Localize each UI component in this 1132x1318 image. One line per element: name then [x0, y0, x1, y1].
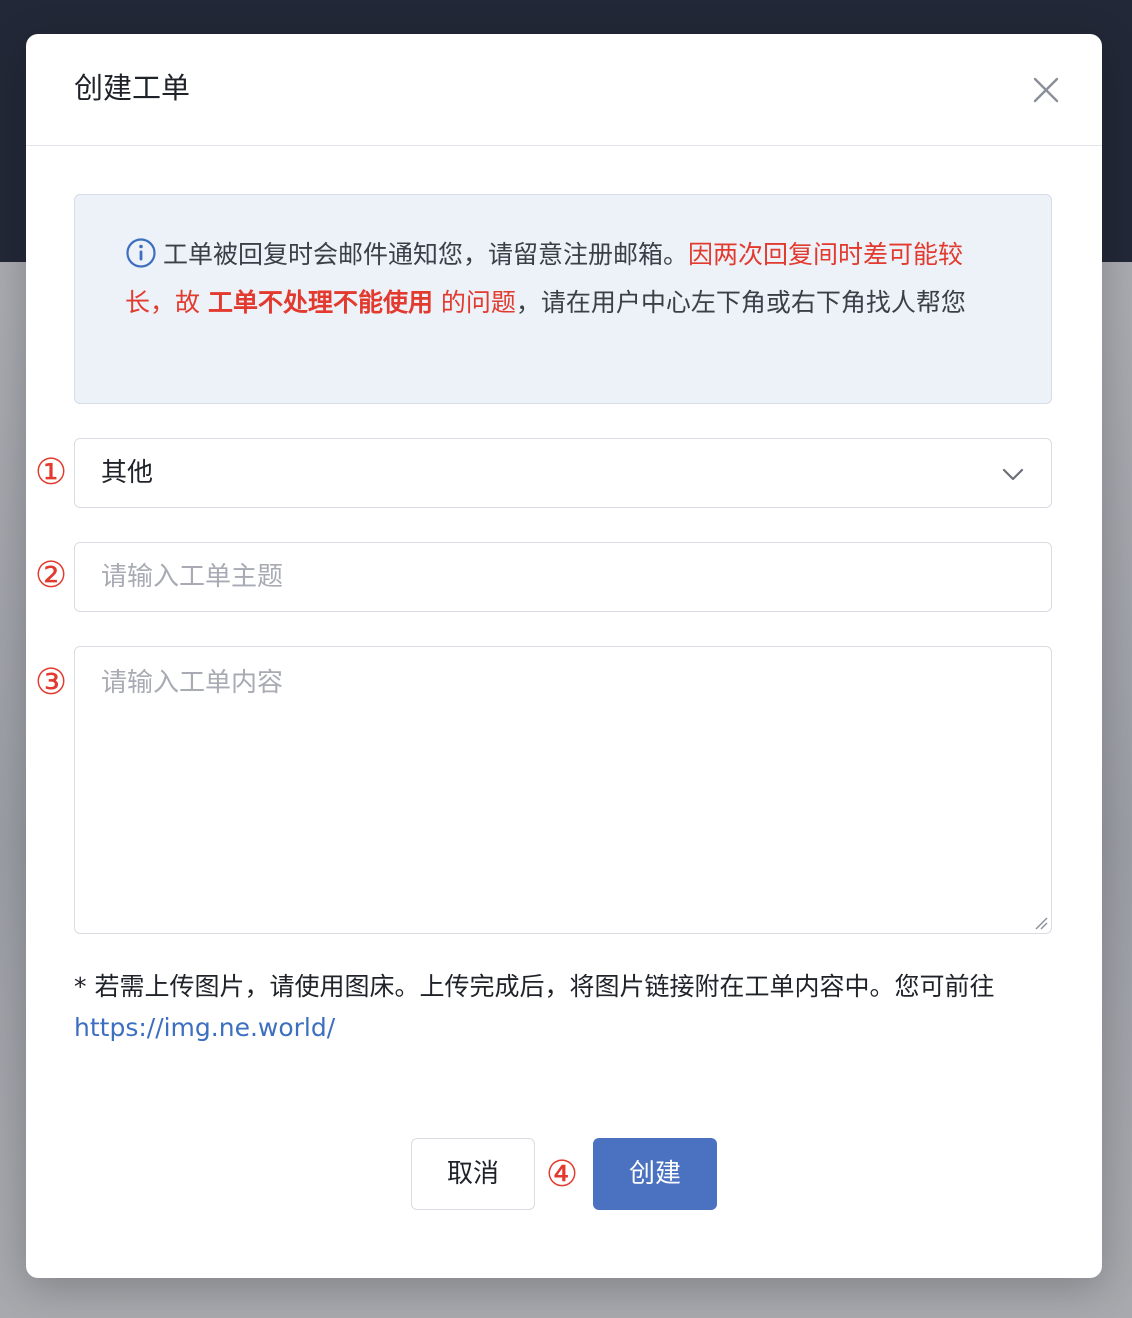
step-marker-2: ②: [34, 555, 68, 596]
close-icon: [1033, 77, 1059, 103]
notice-text-emphasis: 工单不处理不能使用: [207, 288, 433, 317]
notice-text-help: ，请在用户中心左下角或右下角找人帮您: [515, 288, 966, 317]
subject-input[interactable]: 请输入工单主题: [74, 542, 1052, 612]
notice-text-warning-tail: 的问题: [432, 288, 516, 317]
category-select-value: 其他: [101, 458, 154, 488]
close-button[interactable]: [1028, 72, 1064, 108]
step-marker-1: ①: [34, 452, 68, 493]
content-placeholder: 请输入工单内容: [101, 668, 284, 698]
category-select[interactable]: 其他: [74, 438, 1052, 508]
dialog-header: 创建工单: [26, 34, 1102, 146]
notice-text-normal: 工单被回复时会邮件通知您，请留意注册邮箱。: [163, 240, 689, 269]
notice-box: 工单被回复时会邮件通知您，请留意注册邮箱。因两次回复间时差可能较长，故 工单不处…: [74, 194, 1052, 404]
subject-placeholder: 请输入工单主题: [101, 562, 284, 592]
step-marker-4: ④: [545, 1154, 579, 1195]
upload-hint: * 若需上传图片，请使用图床。上传完成后，将图片链接附在工单内容中。您可前往 h…: [74, 966, 1064, 1048]
create-ticket-dialog: 创建工单 工单被回复时会邮件通知您，请留意注册邮箱。因两次回复间时差可能较长，故…: [26, 34, 1102, 1278]
resize-handle-icon[interactable]: [1033, 915, 1049, 931]
upload-hint-text: * 若需上传图片，请使用图床。上传完成后，将图片链接附在工单内容中。您可前往: [74, 972, 995, 1001]
info-icon: [126, 238, 156, 268]
chevron-down-icon: [1002, 468, 1024, 481]
content-textarea[interactable]: 请输入工单内容: [74, 646, 1052, 934]
step-marker-3: ③: [34, 662, 68, 703]
image-host-link[interactable]: https://img.ne.world/: [74, 1013, 335, 1042]
dialog-title: 创建工单: [74, 71, 191, 105]
create-button[interactable]: 创建: [593, 1138, 717, 1210]
cancel-button[interactable]: 取消: [411, 1138, 535, 1210]
